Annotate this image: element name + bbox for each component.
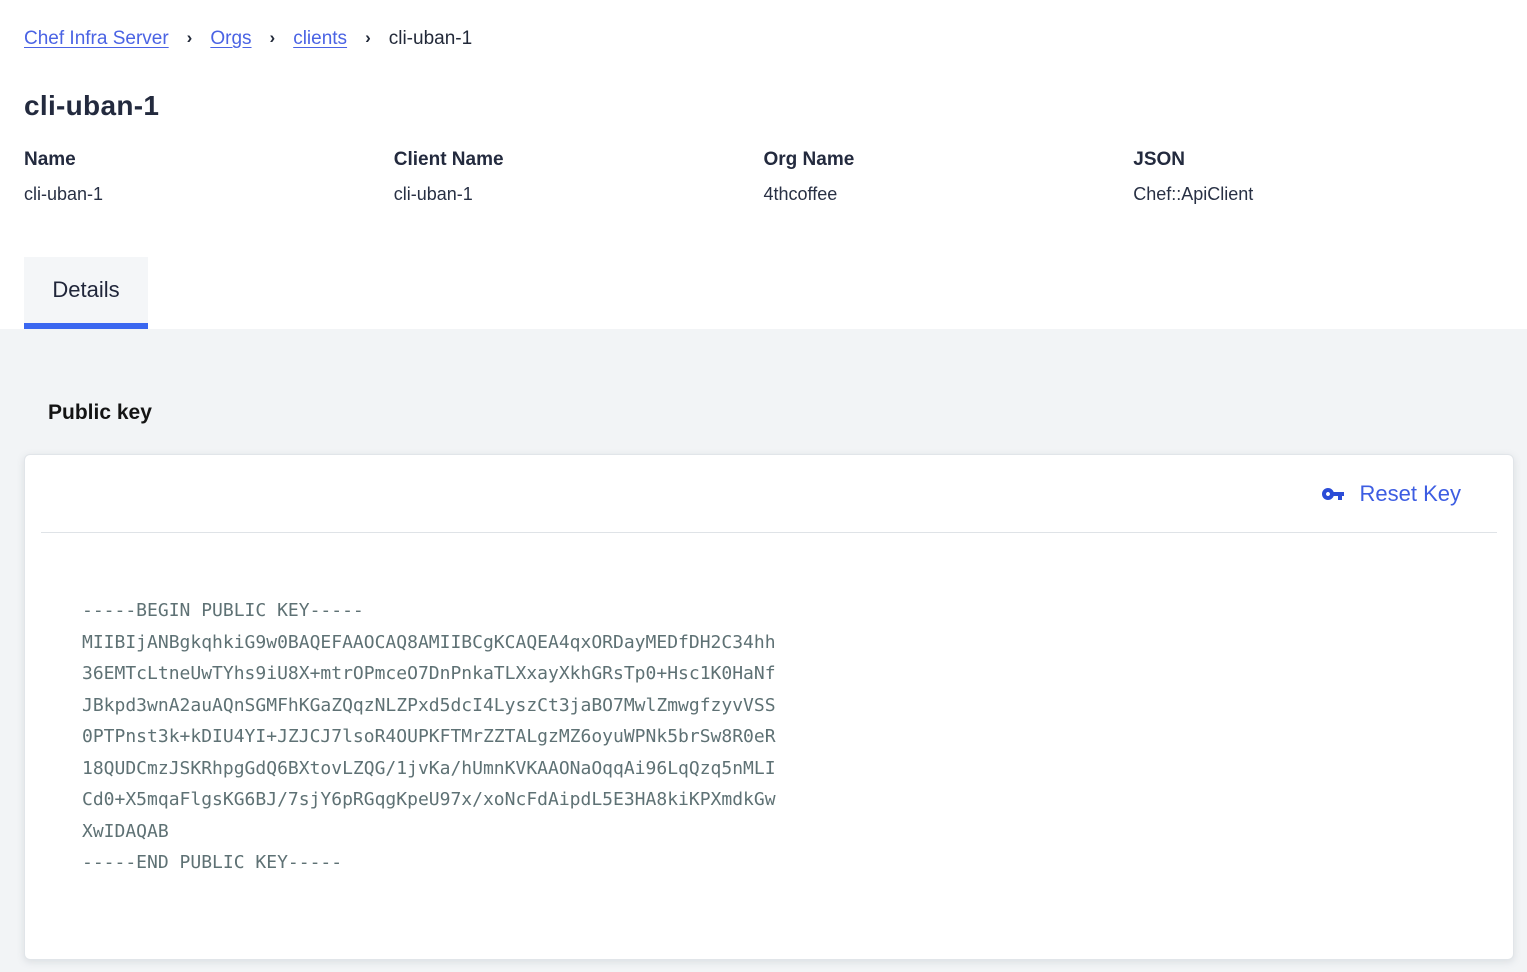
public-key-card-header: Reset Key <box>25 455 1513 532</box>
chevron-right-icon: › <box>365 26 371 50</box>
public-key-section-title: Public key <box>48 329 1527 425</box>
breadcrumb-link-orgs[interactable]: Orgs <box>210 27 251 51</box>
field-org-name: Org Name 4thcoffee <box>764 149 1134 205</box>
field-org-name-label: Org Name <box>764 149 1134 171</box>
public-key-card: Reset Key -----BEGIN PUBLIC KEY----- MII… <box>24 454 1514 960</box>
field-name: Name cli-uban-1 <box>24 149 394 205</box>
breadcrumb-link-chef-infra-server[interactable]: Chef Infra Server <box>24 27 169 51</box>
chevron-right-icon: › <box>187 26 193 50</box>
public-key-text: -----BEGIN PUBLIC KEY----- MIIBIjANBgkqh… <box>25 533 1513 879</box>
page-title: cli-uban-1 <box>24 90 1503 122</box>
field-json: JSON Chef::ApiClient <box>1133 149 1503 205</box>
field-client-name: Client Name cli-uban-1 <box>394 149 764 205</box>
details-panel: Public key Reset Key -----BEGIN PUBLIC K… <box>0 329 1527 972</box>
breadcrumb: Chef Infra Server › Orgs › clients › cli… <box>24 27 1503 51</box>
field-org-name-value: 4thcoffee <box>764 184 1134 205</box>
breadcrumb-link-clients[interactable]: clients <box>293 27 347 51</box>
page-header: Chef Infra Server › Orgs › clients › cli… <box>0 0 1527 205</box>
field-name-value: cli-uban-1 <box>24 184 394 205</box>
reset-key-button-label: Reset Key <box>1360 481 1462 507</box>
chevron-right-icon: › <box>270 26 276 50</box>
tab-bar: Details <box>0 257 1527 329</box>
field-json-label: JSON <box>1133 149 1503 171</box>
field-json-value: Chef::ApiClient <box>1133 184 1503 205</box>
field-client-name-value: cli-uban-1 <box>394 184 764 205</box>
reset-key-button[interactable]: Reset Key <box>1315 480 1468 508</box>
client-summary-fields: Name cli-uban-1 Client Name cli-uban-1 O… <box>24 149 1503 205</box>
field-name-label: Name <box>24 149 394 171</box>
field-client-name-label: Client Name <box>394 149 764 171</box>
breadcrumb-current-item: cli-uban-1 <box>389 27 472 51</box>
tab-details[interactable]: Details <box>24 257 148 329</box>
key-icon <box>1321 482 1345 506</box>
